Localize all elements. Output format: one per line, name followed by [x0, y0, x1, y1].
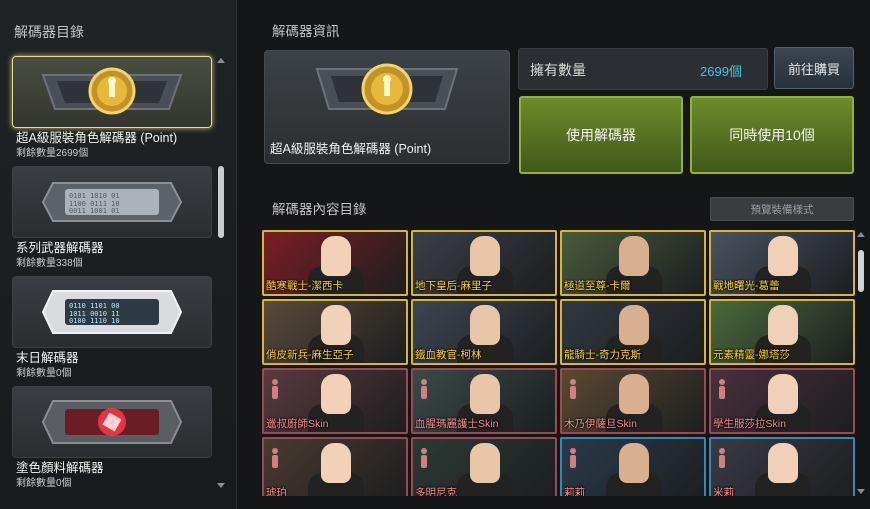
content-item-card[interactable]: 鐵血教官-柯林 — [411, 299, 557, 365]
content-item-label: 琥珀 — [266, 487, 287, 496]
content-item-label: 莉莉 — [564, 487, 585, 496]
content-item-card[interactable]: 龍騎士-奇力克斯 — [560, 299, 706, 365]
decoder-item-count: 剩餘數量0個 — [16, 368, 72, 379]
character-portrait-icon — [470, 236, 500, 276]
scroll-thumb[interactable] — [218, 166, 224, 238]
character-portrait-icon — [768, 305, 798, 345]
decoder-list-panel: 解碼器目錄 超A級服裝角色解碼器 (Point) 剩餘數量2699個 0101 … — [0, 0, 237, 509]
decoder-item-weapon-series[interactable]: 0101 1010 01 1100 0111 10 0011 1001 01 — [12, 166, 212, 238]
decoder-info-title: 解碼器資訊 — [272, 24, 340, 39]
content-item-label: 血腥瑪麗護士Skin — [415, 418, 499, 430]
content-item-label: 極道至尊-卡爾 — [564, 280, 631, 292]
content-item-label: 酷寒戰士-潔西卡 — [266, 280, 343, 292]
character-portrait-icon — [768, 443, 798, 483]
content-item-card[interactable]: 米莉 — [709, 437, 855, 496]
person-icon — [272, 379, 278, 399]
decoder-item-count: 剩餘數量0個 — [16, 478, 72, 489]
content-item-card[interactable]: 學生服莎拉Skin — [709, 368, 855, 434]
person-icon — [421, 379, 427, 399]
content-item-card[interactable]: 血腥瑪麗護士Skin — [411, 368, 557, 434]
decoder-item-paint[interactable] — [12, 386, 212, 458]
character-portrait-icon — [470, 305, 500, 345]
content-item-card[interactable]: 莉莉 — [560, 437, 706, 496]
person-icon — [272, 448, 278, 468]
content-item-card[interactable]: 俏皮新兵-麻生亞子 — [262, 299, 408, 365]
contents-scrollbar[interactable] — [856, 232, 866, 494]
person-icon — [570, 379, 576, 399]
content-item-label: 龍騎士-奇力克斯 — [564, 349, 641, 361]
character-portrait-icon — [321, 236, 351, 276]
preview-equipment-button[interactable]: 預覽裝備樣式 — [710, 197, 854, 221]
svg-text:0110 1101 00: 0110 1101 00 — [69, 302, 120, 310]
decoder-item-count: 剩餘數量338個 — [16, 258, 83, 269]
content-item-label: 邋叔廚師Skin — [266, 418, 329, 430]
decoder-contents-title: 解碼器內容目錄 — [272, 202, 367, 217]
decoder-list-title: 解碼器目錄 — [14, 24, 84, 40]
paint-decoder-icon — [41, 400, 183, 444]
decoder-contents-grid: 酷寒戰士-潔西卡 地下皇后-麻里子 極道至尊-卡爾 戰地曙光-葛蕾俏皮新兵-麻生亞子 鐵… — [262, 230, 858, 496]
svg-text:0100 1110 10: 0100 1110 10 — [69, 317, 120, 325]
character-portrait-icon — [470, 374, 500, 414]
decoder-item-gold-outfit[interactable] — [12, 56, 212, 128]
weapon-decoder-icon: 0101 1010 01 1100 0111 10 0011 1001 01 — [41, 182, 183, 222]
content-item-label: 元素精靈-娜塔莎 — [713, 349, 790, 361]
decoder-item-doomsday[interactable]: 0110 1101 00 1011 0010 11 0100 1110 10 — [12, 276, 212, 348]
character-portrait-icon — [768, 236, 798, 276]
owned-quantity-label: 擁有數量 — [530, 62, 586, 78]
svg-text:0101 1010 01: 0101 1010 01 — [69, 192, 120, 200]
content-item-label: 多明尼克 — [415, 487, 457, 496]
use-decoder-button[interactable]: 使用解碼器 — [519, 96, 683, 174]
decoder-item-count: 剩餘數量2699個 — [16, 148, 89, 159]
character-portrait-icon — [321, 374, 351, 414]
use-ten-decoders-button[interactable]: 同時使用10個 — [690, 96, 854, 174]
person-icon — [719, 379, 725, 399]
gold-decoder-icon — [41, 67, 183, 115]
character-portrait-icon — [619, 236, 649, 276]
character-portrait-icon — [321, 443, 351, 483]
character-portrait-icon — [768, 374, 798, 414]
character-portrait-icon — [619, 374, 649, 414]
scroll-down-icon[interactable] — [217, 483, 225, 488]
content-item-card[interactable]: 琥珀 — [262, 437, 408, 496]
person-icon — [421, 448, 427, 468]
content-item-card[interactable]: 酷寒戰士-潔西卡 — [262, 230, 408, 296]
content-item-card[interactable]: 木乃伊薩旦Skin — [560, 368, 706, 434]
gold-decoder-icon — [315, 63, 459, 115]
content-item-card[interactable]: 戰地曙光-葛蕾 — [709, 230, 855, 296]
content-item-card[interactable]: 元素精靈-娜塔莎 — [709, 299, 855, 365]
content-item-label: 米莉 — [713, 487, 734, 496]
content-item-label: 俏皮新兵-麻生亞子 — [266, 349, 354, 361]
decoder-list-scrollbar[interactable] — [216, 58, 226, 488]
content-item-label: 戰地曙光-葛蕾 — [713, 280, 780, 292]
content-item-label: 地下皇后-麻里子 — [415, 280, 492, 292]
person-icon — [570, 448, 576, 468]
scroll-thumb[interactable] — [858, 250, 864, 292]
svg-text:0011 1001 01: 0011 1001 01 — [69, 207, 120, 215]
content-item-card[interactable]: 多明尼克 — [411, 437, 557, 496]
owned-quantity-value: 2699個 — [700, 64, 742, 79]
content-item-label: 學生服莎拉Skin — [713, 418, 786, 430]
doomsday-decoder-icon: 0110 1101 00 1011 0010 11 0100 1110 10 — [41, 290, 183, 334]
go-purchase-button[interactable]: 前往購買 — [774, 47, 854, 89]
character-portrait-icon — [321, 305, 351, 345]
content-item-label: 木乃伊薩旦Skin — [564, 418, 637, 430]
person-icon — [719, 448, 725, 468]
character-portrait-icon — [470, 443, 500, 483]
selected-decoder-name: 超A級服裝角色解碼器 (Point) — [270, 142, 432, 156]
content-item-card[interactable]: 極道至尊-卡爾 — [560, 230, 706, 296]
scroll-up-icon[interactable] — [217, 58, 225, 63]
content-item-card[interactable]: 邋叔廚師Skin — [262, 368, 408, 434]
character-portrait-icon — [619, 305, 649, 345]
content-item-card[interactable]: 地下皇后-麻里子 — [411, 230, 557, 296]
scroll-up-icon[interactable] — [857, 232, 865, 237]
character-portrait-icon — [619, 443, 649, 483]
content-item-label: 鐵血教官-柯林 — [415, 349, 482, 361]
scroll-down-icon[interactable] — [857, 489, 865, 494]
